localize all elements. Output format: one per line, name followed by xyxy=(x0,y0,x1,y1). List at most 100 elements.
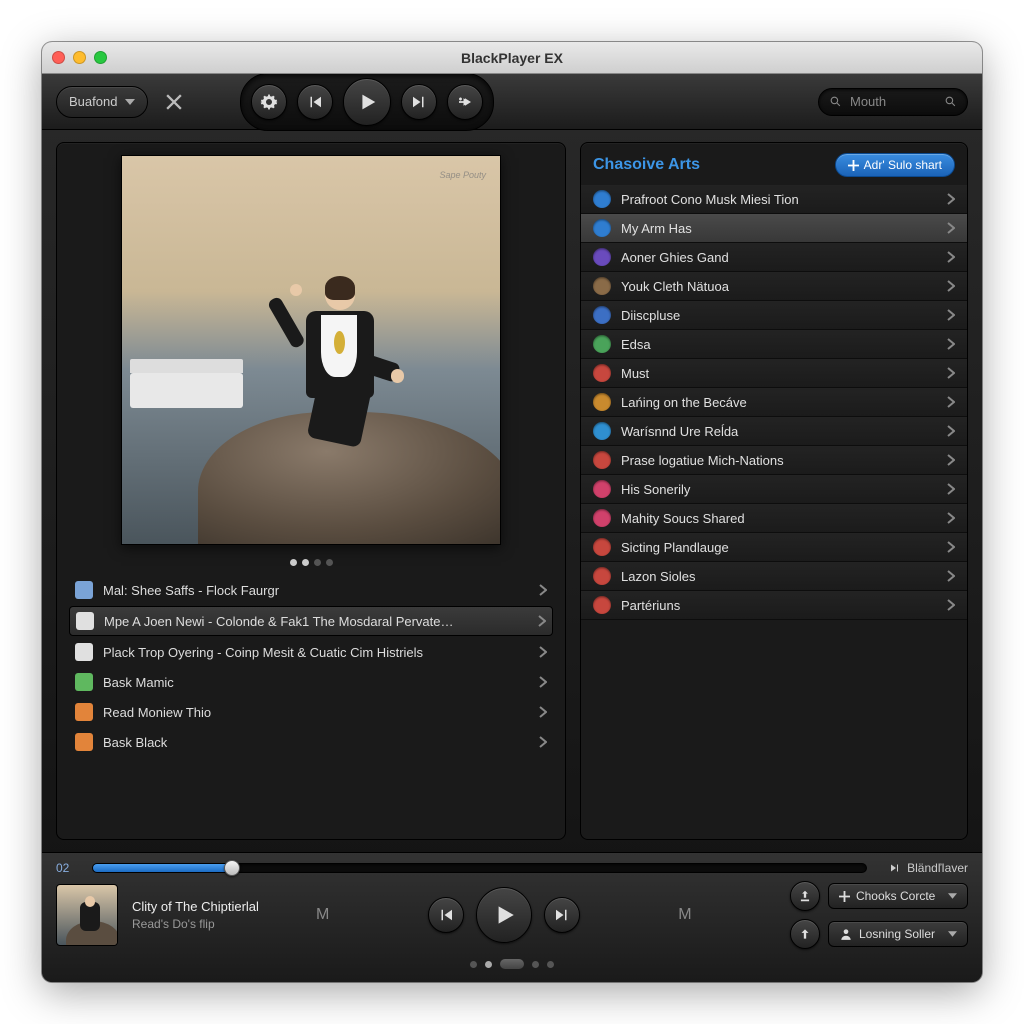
category-row[interactable]: His Sonerily xyxy=(581,475,967,504)
category-icon xyxy=(593,306,611,324)
track-icon xyxy=(76,612,94,630)
toolbar-prev-button[interactable] xyxy=(297,84,333,120)
categories-title: Chasoive Arts xyxy=(593,156,700,174)
content-area: Sape Pouty Mal: Shee Saffs - Flock Faurg… xyxy=(42,130,982,852)
mode-indicator-right: M xyxy=(678,906,691,924)
toolbar-play-button[interactable] xyxy=(343,78,391,126)
category-label: Mahity Soucs Shared xyxy=(621,511,745,526)
bottom-paginator[interactable] xyxy=(56,955,968,971)
category-label: Edsa xyxy=(621,337,651,352)
category-row[interactable]: Lazon Sioles xyxy=(581,562,967,591)
chevron-right-icon xyxy=(947,541,955,553)
play-button[interactable] xyxy=(476,887,532,943)
track-label: Bask Mamic xyxy=(103,675,174,690)
category-row[interactable]: Mahity Soucs Shared xyxy=(581,504,967,533)
chevron-right-icon xyxy=(539,706,547,718)
track-row[interactable]: Bask Black xyxy=(69,728,553,756)
page-dot xyxy=(470,961,477,968)
prev-button[interactable] xyxy=(428,897,464,933)
output-select-2[interactable]: Losning Soller xyxy=(828,921,968,947)
track-icon xyxy=(75,733,93,751)
mini-album-art[interactable] xyxy=(56,884,118,946)
play-icon xyxy=(491,902,517,928)
skip-next-icon xyxy=(410,93,428,111)
category-icon xyxy=(593,596,611,614)
toolbar-add-button[interactable] xyxy=(447,84,483,120)
page-dot xyxy=(547,961,554,968)
plus-icon xyxy=(848,160,859,171)
output-select-1[interactable]: Chooks Corcte xyxy=(828,883,968,909)
progress-knob[interactable] xyxy=(224,860,240,876)
output-select-1-label: Chooks Corcte xyxy=(856,889,935,903)
progress-row: 02 BländľIaver xyxy=(56,861,968,875)
track-row[interactable]: Read Moniew Thio xyxy=(69,698,553,726)
category-row[interactable]: Lańing on the Becáve xyxy=(581,388,967,417)
category-label: Lańing on the Becáve xyxy=(621,395,747,410)
chevron-right-icon xyxy=(947,251,955,263)
category-row[interactable]: Edsa xyxy=(581,330,967,359)
chevron-right-icon xyxy=(947,193,955,205)
toolbar: Buafond Mouth xyxy=(42,74,982,130)
output-select-2-label: Losning Soller xyxy=(859,927,935,941)
chevron-right-icon xyxy=(539,676,547,688)
toolbar-next-button[interactable] xyxy=(401,84,437,120)
categories-header: Chasoive Arts Adr' Sulo shart xyxy=(581,143,967,185)
skip-next-icon xyxy=(889,862,901,874)
search-go-icon xyxy=(944,95,957,108)
now-playing-info: Clity of The Chiptierlal Read's Do's fli… xyxy=(132,899,292,931)
close-panel-button[interactable] xyxy=(160,88,188,116)
category-label: Prafroot Cono Musk Miesi Tion xyxy=(621,192,799,207)
album-art[interactable]: Sape Pouty xyxy=(121,155,501,545)
track-row[interactable]: Bask Mamic xyxy=(69,668,553,696)
track-icon xyxy=(75,703,93,721)
track-list: Mal: Shee Saffs - Flock FaurgrMpe A Joen… xyxy=(69,576,553,756)
track-row[interactable]: Mpe A Joen Newi - Colonde & Fak1 The Mos… xyxy=(69,606,553,636)
search-placeholder: Mouth xyxy=(850,94,886,109)
track-row[interactable]: Plack Trop Oyering - Coinp Mesit & Cuati… xyxy=(69,638,553,666)
arrow-up-icon xyxy=(798,927,812,941)
add-arrow-icon xyxy=(456,93,474,111)
track-label: Read Moniew Thio xyxy=(103,705,211,720)
upload-icon xyxy=(798,889,812,903)
category-row[interactable]: Partériuns xyxy=(581,591,967,620)
category-icon xyxy=(593,393,611,411)
category-row[interactable]: Youk Cleth Nätuoa xyxy=(581,272,967,301)
page-dot xyxy=(326,559,333,566)
category-row[interactable]: Must xyxy=(581,359,967,388)
upload-button[interactable] xyxy=(790,919,820,949)
track-row[interactable]: Mal: Shee Saffs - Flock Faurgr xyxy=(69,576,553,604)
skip-prev-icon xyxy=(437,906,455,924)
app-window: BlackPlayer EX Buafond xyxy=(42,42,982,982)
titlebar: BlackPlayer EX xyxy=(42,42,982,74)
album-art-person xyxy=(266,272,402,466)
settings-button[interactable] xyxy=(251,84,287,120)
category-row[interactable]: Diiscpluse xyxy=(581,301,967,330)
page-indicator-pill xyxy=(500,959,524,969)
category-icon xyxy=(593,567,611,585)
category-label: My Arm Has xyxy=(621,221,692,236)
album-paginator[interactable] xyxy=(69,559,553,566)
transport-controls xyxy=(428,887,580,943)
brand-label: BländľIaver xyxy=(907,861,968,875)
chevron-right-icon xyxy=(947,570,955,582)
category-icon xyxy=(593,190,611,208)
category-row[interactable]: Aoner Ghies Gand xyxy=(581,243,967,272)
category-row[interactable]: Warísnnd Ure Reĺda xyxy=(581,417,967,446)
search-field[interactable]: Mouth xyxy=(818,88,968,116)
progress-track[interactable] xyxy=(92,863,867,873)
next-button[interactable] xyxy=(544,897,580,933)
gear-icon xyxy=(260,93,278,111)
category-row[interactable]: Prafroot Cono Musk Miesi Tion xyxy=(581,185,967,214)
category-icon xyxy=(593,335,611,353)
add-category-button[interactable]: Adr' Sulo shart xyxy=(835,153,955,177)
category-row[interactable]: My Arm Has xyxy=(581,214,967,243)
page-dot xyxy=(485,961,492,968)
menu-dropdown[interactable]: Buafond xyxy=(56,86,148,118)
category-row[interactable]: Sicting Plandlauge xyxy=(581,533,967,562)
category-label: Must xyxy=(621,366,649,381)
toolbar-transport xyxy=(240,73,494,131)
category-row[interactable]: Prase logatiue Mich-Nations xyxy=(581,446,967,475)
chevron-right-icon xyxy=(947,454,955,466)
share-button[interactable] xyxy=(790,881,820,911)
chevron-right-icon xyxy=(538,615,546,627)
